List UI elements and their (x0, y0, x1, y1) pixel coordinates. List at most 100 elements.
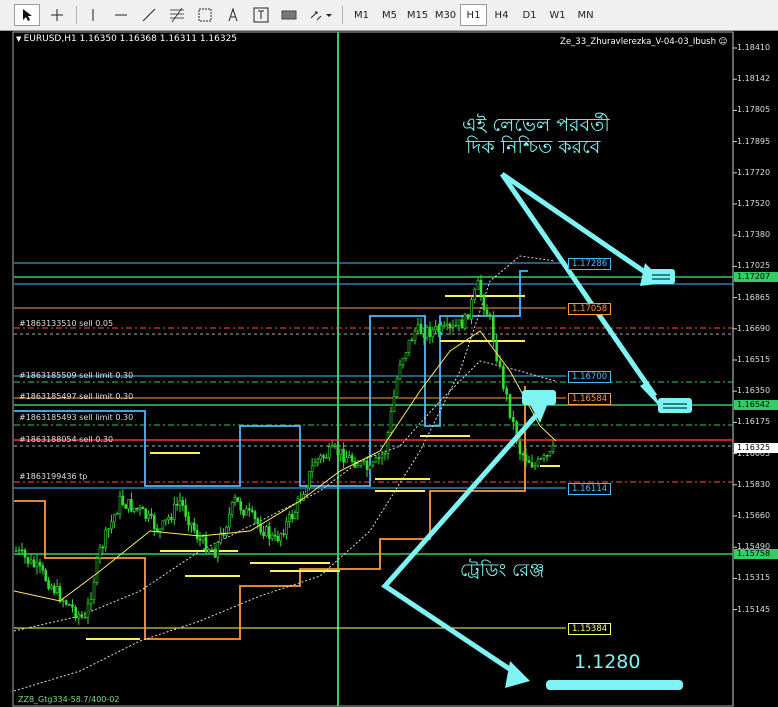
candle-body (442, 324, 446, 327)
candle-body (368, 464, 372, 470)
level-price-tag: 1.16584 (568, 393, 612, 405)
candle-body (95, 558, 99, 583)
candle-body (190, 522, 193, 526)
candle-body (164, 519, 168, 522)
order-label[interactable]: #1863185509 sell limit 0.30 (19, 371, 133, 380)
order-label[interactable]: #1863185497 sell limit 0.30 (19, 392, 133, 401)
target-price-note: 1.1280 (574, 651, 641, 673)
candle-body (359, 461, 363, 466)
price-scale-label: 1.15315 (737, 573, 771, 583)
vertical-line-tool-icon[interactable] (82, 4, 104, 26)
candle-body (86, 603, 90, 618)
crosshair-tool-icon[interactable] (44, 4, 70, 26)
candle-body (285, 521, 288, 535)
candle-body (187, 516, 190, 526)
candle-body (279, 533, 283, 542)
order-label[interactable]: #1863133510 sell 0.05 (19, 319, 113, 328)
candle-body (178, 500, 182, 506)
candle-body (20, 549, 24, 552)
candle-body (508, 393, 512, 418)
candle-body (83, 616, 87, 619)
candle-body (89, 599, 93, 605)
candle-body (262, 531, 265, 537)
candle-body (386, 432, 390, 454)
candle-body (371, 461, 375, 466)
candle-body (181, 500, 185, 506)
candle-body (413, 330, 417, 341)
candle-body (548, 451, 552, 457)
candle-body (71, 604, 74, 608)
order-label[interactable]: #1863199436 tp (19, 472, 87, 481)
timeframe-button-h1[interactable]: H1 (460, 4, 487, 26)
text-label-tool-icon[interactable] (250, 4, 272, 26)
timeframe-button-d1[interactable]: D1 (516, 4, 543, 26)
candle-body (230, 502, 234, 515)
symbol-arrow-icon: ▼ (16, 35, 24, 43)
candle-body (333, 444, 337, 447)
candle-body (74, 606, 77, 619)
candle-body (389, 411, 393, 433)
candle-body (118, 495, 122, 514)
candle-body (445, 323, 449, 326)
candle-body (253, 511, 257, 520)
timeframe-button-m30[interactable]: M30 (432, 4, 459, 26)
text-tool-icon[interactable] (222, 4, 244, 26)
timeframe-button-h4[interactable]: H4 (488, 4, 515, 26)
candle-body (347, 455, 351, 458)
candle-body (431, 329, 435, 337)
level-price-tag: 1.17058 (568, 303, 612, 315)
price-highlight-label: 1.15758 (734, 549, 778, 559)
candle-body (454, 325, 458, 327)
order-label[interactable]: #1863188054 sell 0.30 (19, 435, 113, 444)
candle-body (26, 556, 30, 564)
cursor-tool-icon[interactable] (14, 4, 40, 26)
candle-body (488, 314, 492, 317)
candle-body (305, 487, 308, 495)
level-price-tag: 1.16700 (568, 371, 612, 383)
candle-body (448, 323, 452, 328)
candle-body (460, 319, 464, 329)
candle-body (204, 536, 208, 553)
arrows-menu-icon[interactable] (306, 4, 336, 26)
level-confirm-note: এই লেভেল পরবর্তী দিক নিশ্চিত করবে (462, 114, 610, 158)
candle-body (322, 455, 325, 458)
candle-body (392, 396, 396, 412)
symbol-info: ▼ EURUSD,H1 1.16350 1.16368 1.16311 1.16… (16, 34, 237, 44)
candle-body (175, 503, 179, 506)
candle-body (374, 457, 378, 463)
candle-body (239, 501, 243, 511)
timeframe-button-w1[interactable]: W1 (544, 4, 571, 26)
trendline-tool-icon[interactable] (138, 4, 160, 26)
candle-body (127, 499, 130, 509)
horizontal-line-tool-icon[interactable] (110, 4, 132, 26)
candle-body (121, 495, 125, 505)
price-scale-label: 1.17025 (737, 261, 771, 271)
fibonacci-fan-tool-icon[interactable] (194, 4, 216, 26)
level-price-tag: 1.16114 (568, 483, 612, 495)
order-label[interactable]: #1863185493 sell limit 0.30 (19, 413, 133, 422)
candle-body (327, 446, 331, 458)
toolbar: M1 M5 M15 M30 H1 H4 D1 W1 MN (0, 0, 778, 31)
candle-body (210, 549, 214, 551)
candle-body (192, 522, 196, 531)
candle-body (112, 514, 116, 523)
candle-body (195, 530, 199, 540)
timeframe-button-m1[interactable]: M1 (348, 4, 375, 26)
fibonacci-tool-icon[interactable] (166, 4, 188, 26)
rectangle-tool-icon[interactable] (278, 4, 300, 26)
chart-area[interactable]: ▼ EURUSD,H1 1.16350 1.16368 1.16311 1.16… (0, 31, 778, 707)
timeframe-button-m5[interactable]: M5 (376, 4, 403, 26)
candle-body (110, 521, 113, 530)
price-scale-label: 1.17520 (737, 199, 771, 208)
price-chart[interactable] (0, 31, 778, 707)
candle-body (124, 504, 128, 509)
candle-body (463, 313, 467, 329)
candle-body (58, 586, 62, 602)
candle-body (236, 497, 240, 502)
candle-body (247, 508, 251, 511)
candle-body (35, 561, 39, 568)
timeframe-button-mn[interactable]: MN (572, 4, 599, 26)
candle-body (167, 516, 170, 520)
timeframe-button-m15[interactable]: M15 (404, 4, 431, 26)
candle-body (457, 319, 461, 326)
